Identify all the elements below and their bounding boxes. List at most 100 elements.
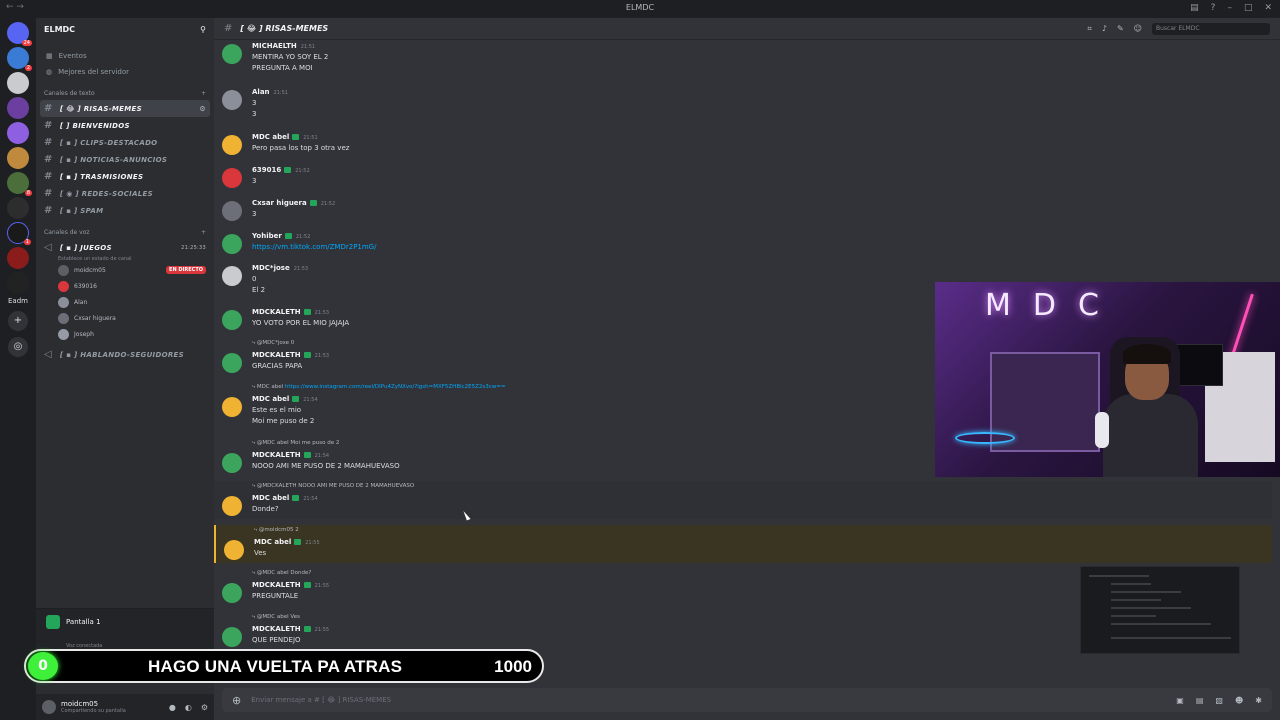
reply-preview[interactable]: ⤷ @MDCKALETH NOOO AMI ME PUSO DE 2 MAMAH… [252,483,414,490]
bell-icon[interactable]: ♪ [1102,24,1107,33]
server-header[interactable]: ELMDC ⚲ [36,18,214,40]
reply-preview[interactable]: ⤷ @MDC abel Moi me puso de 2 [252,440,339,447]
events-item[interactable]: ▦ Eventos [36,48,214,64]
avatar[interactable] [222,135,242,155]
text-category[interactable]: Canales de texto + [36,80,214,100]
server-icon[interactable] [7,97,29,119]
author-name[interactable]: MDCKALETH 21:55 [252,625,329,633]
avatar[interactable] [42,700,56,714]
author-name[interactable]: Alan 21:51 [252,88,288,96]
voice-user[interactable]: Cxsar higuera [36,310,214,326]
author-name[interactable]: Yohiber 21:52 [252,232,310,240]
voice-user[interactable]: 639016 [36,278,214,294]
reply-preview[interactable]: ⤷ @MDC abel Donde? [252,570,311,577]
channel-clips-destacado[interactable]: # [ ▪ ] CLIPS-DESTACADO [36,134,214,151]
avatar[interactable] [222,90,242,110]
avatar[interactable] [222,397,242,417]
help-icon[interactable]: ? [1211,3,1216,13]
avatar[interactable] [222,310,242,330]
voice-user[interactable]: Joseph [36,326,214,342]
message-input[interactable]: Enviar mensaje a # [ 😂 ] RISAS-MEMES [251,696,391,704]
explore-icon[interactable]: ◎ [8,337,28,357]
message[interactable]: ⤷ @moidcm05 2 MDC abel 21:55 Ves [214,525,1272,563]
channel-bienvenidos[interactable]: # [ ] BIENVENIDOS [36,117,214,134]
server-icon[interactable] [7,247,29,269]
channel-noticias-anuncios[interactable]: # [ ▪ ] NOTICIAS-ANUNCIOS [36,151,214,168]
server-icon[interactable] [7,122,29,144]
avatar[interactable] [222,201,242,221]
emoji-icon[interactable]: ☻ [1235,696,1243,705]
maximize-icon[interactable]: □ [1244,3,1253,13]
voice-channel-hablando-seguidores[interactable]: ◁ [ ▪ ] HABLANDO-SEGUIDORES [36,346,214,363]
reply-link[interactable]: https://www.instagram.com/reel/DIPu4ZyNX… [285,384,506,390]
server-icon[interactable]: 8 [7,172,32,196]
add-voice-channel-icon[interactable]: + [201,229,206,236]
reply-preview[interactable]: ⤷ @MDC*jose 0 [252,340,294,347]
voice-category[interactable]: Canales de voz + [36,219,214,239]
voice-channel-juegos[interactable]: ◁ [ ▪ ] JUEGOS 21:25:33 [36,239,214,256]
sticker-icon[interactable]: ▧ [1215,696,1223,705]
voice-user[interactable]: moidcm05 EN DIRECTO [36,262,214,278]
server-icon[interactable] [7,197,29,219]
pin-icon[interactable]: ✎ [1117,24,1124,33]
author-name[interactable]: MDC abel 21:54 [252,494,318,502]
mic-icon[interactable]: ● [169,703,176,712]
message[interactable]: MICHAELTH 21:51 MENTIRA YO SOY EL 2 PREGUNT… [214,40,1272,78]
author-name[interactable]: MDC abel 21:51 [252,133,318,141]
message-link[interactable]: https://vm.tiktok.com/ZMDr2P1mG/ [252,243,376,251]
message[interactable]: 639016 21:52 3 [214,164,1272,191]
message[interactable]: ⤷ @MDCKALETH NOOO AMI ME PUSO DE 2 MAMAH… [214,481,1272,519]
channel-settings-icon[interactable]: ⚙ [199,105,206,113]
server-icon[interactable]: 2 [7,47,32,71]
stream-title[interactable]: Pantalla 1 [66,618,101,626]
voice-user[interactable]: Alan [36,294,214,310]
apps-icon[interactable]: ✱ [1255,696,1262,705]
avatar[interactable] [222,453,242,473]
reply-preview[interactable]: ⤷ MDC abel https://www.instagram.com/ree… [252,384,506,391]
add-server-icon[interactable]: + [8,311,28,331]
server-icon[interactable] [7,272,29,294]
channel-spam[interactable]: # [ ▪ ] SPAM [36,202,214,219]
avatar[interactable] [222,583,242,603]
avatar[interactable] [222,168,242,188]
message[interactable]: Alan 21:51 3 3 [214,86,1272,124]
author-name[interactable]: MDC*jose 21:53 [252,264,308,272]
author-name[interactable]: MICHAELTH 21:51 [252,42,315,50]
reply-preview[interactable]: ⤷ @MDC abel Ves [252,614,300,621]
author-name[interactable]: MDCKALETH 21:54 [252,451,329,459]
author-name[interactable]: Cxsar higuera 21:52 [252,199,335,207]
avatar[interactable] [222,234,242,254]
author-name[interactable]: 639016 21:52 [252,166,310,174]
author-name[interactable]: MDCKALETH 21:53 [252,308,329,316]
screen-preview-thumbnail[interactable] [1080,566,1240,654]
inbox-icon[interactable]: ▤ [1190,3,1199,13]
author-name[interactable]: MDC abel 21:54 [252,395,318,403]
server-icon[interactable] [7,72,29,94]
channel-risas-memes[interactable]: # [ 😂 ] RISAS-MEMES ⚙ [40,100,210,117]
message[interactable]: Cxsar higuera 21:52 3 [214,197,1272,224]
avatar[interactable] [222,496,242,516]
avatar[interactable] [222,266,242,286]
avatar[interactable] [222,627,242,647]
home-server-icon[interactable]: 24 [7,22,32,46]
channel-trasmisiones[interactable]: # [ ▪ ] TRASMISIONES [36,168,214,185]
members-icon[interactable]: ☺ [1134,24,1142,33]
author-name[interactable]: MDCKALETH 21:53 [252,351,329,359]
best-of-server-item[interactable]: ◍ Mejores del servidor [36,64,214,80]
message-composer[interactable]: ⊕ Enviar mensaje a # [ 😂 ] RISAS-MEMES ▣… [222,688,1272,712]
message[interactable]: Yohiber 21:52 https://vm.tiktok.com/ZMDr2P… [214,230,1272,257]
minimize-icon[interactable]: – [1227,3,1232,13]
user-info[interactable]: moidcm05 Compartiendo su pantalla [61,700,126,714]
close-icon[interactable]: ✕ [1264,3,1272,13]
add-member-icon[interactable]: ⚲ [200,25,206,34]
author-name[interactable]: MDCKALETH 21:55 [252,581,329,589]
attach-plus-icon[interactable]: ⊕ [232,694,241,707]
avatar[interactable] [224,540,244,560]
avatar[interactable] [222,353,242,373]
reply-preview[interactable]: ⤷ @moidcm05 2 [254,527,299,534]
gift-icon[interactable]: ▣ [1176,696,1184,705]
headphones-icon[interactable]: ◐ [185,703,192,712]
server-icon[interactable]: 1 [7,222,31,245]
add-channel-icon[interactable]: + [201,90,206,97]
gif-icon[interactable]: ▤ [1196,696,1204,705]
